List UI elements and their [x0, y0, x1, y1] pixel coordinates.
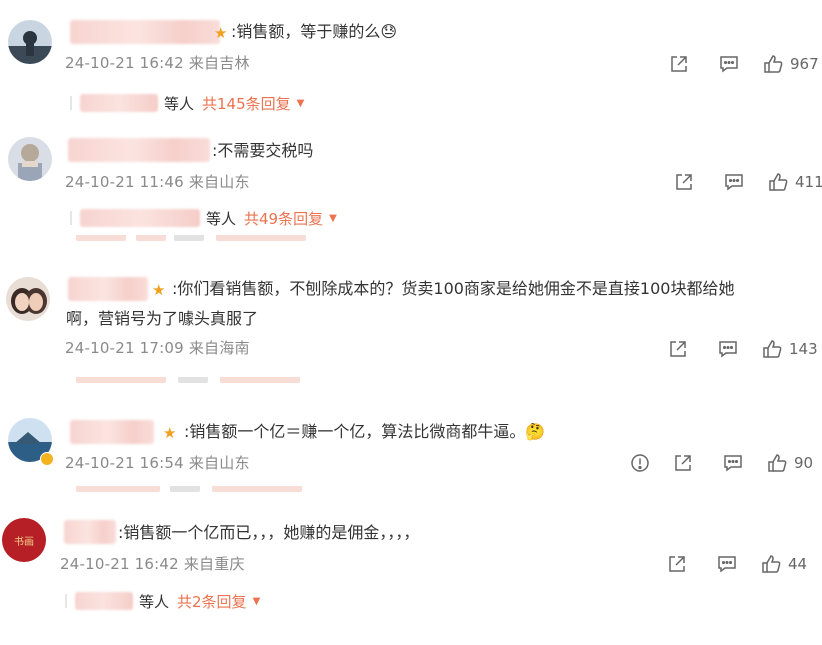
- share-icon[interactable]: [666, 553, 688, 575]
- avatar[interactable]: 书画: [2, 518, 46, 562]
- chevron-down-icon[interactable]: ▼: [329, 213, 337, 224]
- comment-icon[interactable]: [718, 53, 740, 75]
- reply-total[interactable]: 共49条回复: [244, 208, 323, 229]
- avatar[interactable]: [8, 20, 52, 64]
- comment-icon[interactable]: [723, 171, 745, 193]
- share-icon[interactable]: [668, 53, 690, 75]
- truncated-reply-row: [70, 377, 320, 385]
- comment-icon[interactable]: [722, 452, 744, 474]
- comment-icon[interactable]: [716, 553, 738, 575]
- comment-meta: 24-10-21 16:42 来自吉林: [65, 54, 250, 72]
- reply-username-blurred: [75, 592, 133, 610]
- avatar-image: [6, 277, 50, 321]
- chevron-down-icon[interactable]: ▼: [253, 596, 261, 607]
- truncated-reply-row: [70, 235, 340, 243]
- comment-text: :销售额一个亿而已，，，她赚的是佣金，，，，: [118, 523, 420, 542]
- comment-actions: 967: [668, 52, 819, 76]
- like-count: 44: [788, 555, 808, 573]
- reply-summary[interactable]: 等人 共2条回复 ▼: [65, 590, 260, 612]
- comment-actions: 90: [629, 451, 813, 475]
- comment-item: ★ :销售额一个亿＝赚一个亿，算法比微商都牛逼。🤔 24-10-21 16:54…: [0, 390, 822, 500]
- avatar[interactable]: [6, 277, 50, 321]
- verified-badge-icon: [40, 452, 54, 466]
- comment-text: :不需要交税吗: [212, 141, 314, 160]
- reply-people: 等人: [164, 94, 195, 113]
- reply-indicator: [70, 211, 72, 225]
- comment-text-line-2: 啊，营销号为了噱头真服了: [66, 309, 259, 328]
- truncated-reply-row: [70, 486, 330, 494]
- comment-icon[interactable]: [717, 338, 739, 360]
- share-icon[interactable]: [672, 452, 694, 474]
- share-icon[interactable]: [667, 338, 689, 360]
- like-icon: [769, 173, 788, 191]
- comment-meta: 24-10-21 16:54 来自山东: [65, 454, 250, 472]
- like-button[interactable]: 44: [760, 553, 807, 575]
- like-count: 90: [794, 454, 814, 472]
- comment-item: ★ :销售额，等于赚的么😓 24-10-21 16:42 来自吉林 967 等人…: [0, 0, 822, 125]
- comment-actions: 143: [667, 337, 818, 361]
- like-button[interactable]: 143: [761, 338, 818, 360]
- comment-actions: 411: [673, 170, 822, 194]
- username-blurred[interactable]: [70, 20, 220, 44]
- like-count: 967: [790, 55, 819, 73]
- fan-badge-icon: ★: [163, 424, 177, 442]
- like-icon: [764, 55, 783, 73]
- comment-item: 书画 :销售额一个亿而已，，，她赚的是佣金，，，， 24-10-21 16:42…: [0, 500, 822, 645]
- like-button[interactable]: 90: [766, 452, 813, 474]
- username-blurred[interactable]: [64, 520, 116, 544]
- like-icon: [763, 340, 782, 358]
- reply-total[interactable]: 共2条回复: [177, 591, 247, 612]
- reply-username-blurred: [80, 94, 158, 112]
- reply-username-blurred: [80, 209, 200, 227]
- comment-actions: 44: [666, 552, 807, 576]
- avatar-image: 书画: [2, 518, 46, 562]
- reply-people: 等人: [206, 209, 237, 228]
- username-blurred[interactable]: [68, 277, 148, 301]
- comment-item: ★ :你们看销售额，不刨除成本的？货卖100商家是给她佣金不是直接100块都给她…: [0, 255, 822, 390]
- reply-indicator: [70, 96, 72, 110]
- comment-text-line-1: :你们看销售额，不刨除成本的？货卖100商家是给她佣金不是直接100块都给她: [172, 279, 735, 298]
- svg-text:书画: 书画: [14, 536, 34, 548]
- comment-meta: 24-10-21 17:09 来自海南: [65, 339, 250, 357]
- username-blurred[interactable]: [68, 138, 210, 162]
- comment-item: :不需要交税吗 24-10-21 11:46 来自山东 411 等人 共49条回…: [0, 125, 822, 255]
- avatar-image: [8, 20, 52, 64]
- reply-people: 等人: [139, 592, 170, 611]
- avatar[interactable]: [8, 137, 52, 181]
- like-icon: [762, 555, 781, 573]
- comment-text: :销售额一个亿＝赚一个亿，算法比微商都牛逼。🤔: [184, 422, 546, 441]
- reply-summary[interactable]: 等人 共145条回复 ▼: [70, 92, 304, 114]
- comment-text: :销售额，等于赚的么😓: [231, 22, 398, 41]
- like-icon: [768, 454, 787, 472]
- like-count: 411: [795, 173, 822, 191]
- username-blurred[interactable]: [70, 420, 154, 444]
- share-icon[interactable]: [673, 171, 695, 193]
- like-button[interactable]: 967: [762, 53, 819, 75]
- report-icon[interactable]: [629, 452, 651, 474]
- like-button[interactable]: 411: [767, 171, 822, 193]
- chevron-down-icon[interactable]: ▼: [297, 98, 305, 109]
- comment-meta: 24-10-21 16:42 来自重庆: [60, 555, 245, 573]
- fan-badge-icon: ★: [152, 281, 166, 299]
- fan-badge-icon: ★: [214, 24, 228, 42]
- reply-indicator: [65, 594, 67, 608]
- like-count: 143: [789, 340, 818, 358]
- reply-total[interactable]: 共145条回复: [202, 93, 291, 114]
- comment-meta: 24-10-21 11:46 来自山东: [65, 173, 250, 191]
- avatar-image: [8, 137, 52, 181]
- reply-summary[interactable]: 等人 共49条回复 ▼: [70, 207, 337, 229]
